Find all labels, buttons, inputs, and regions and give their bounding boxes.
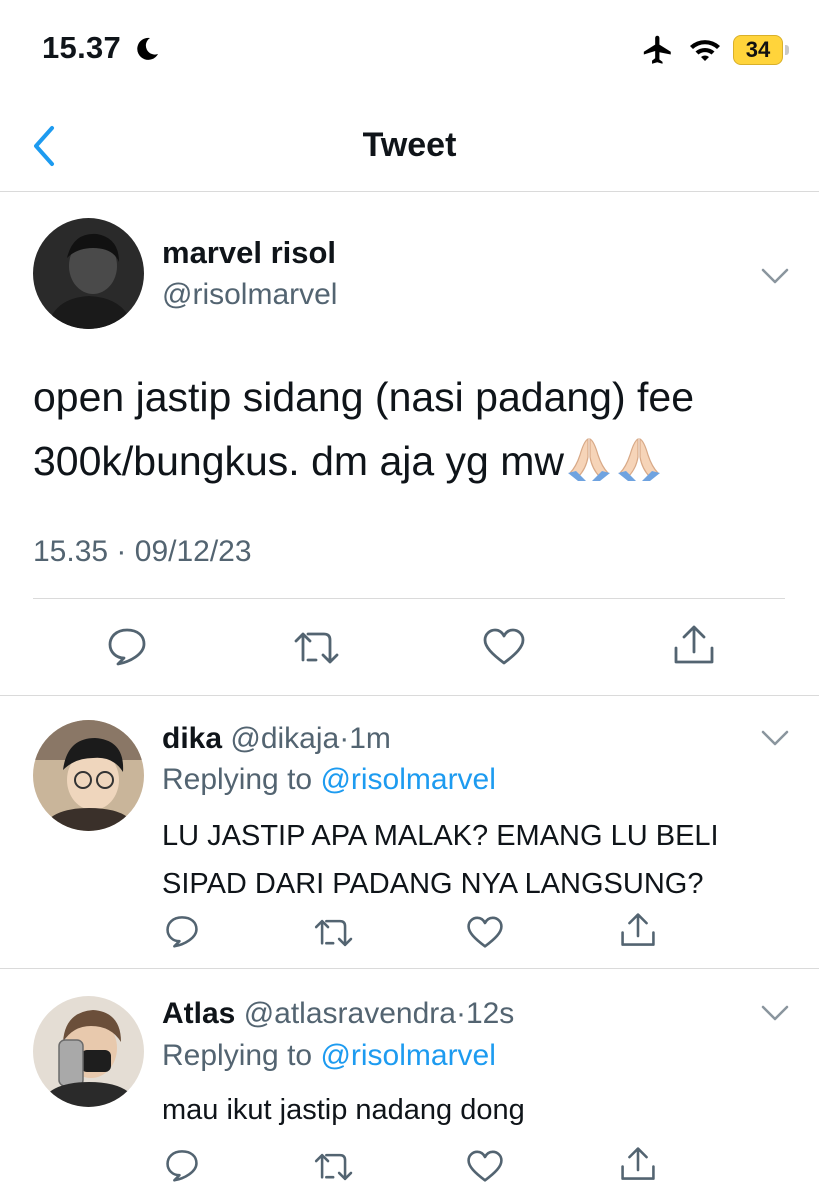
chevron-down-icon[interactable]: [760, 728, 790, 748]
replying-to: Replying to @risolmarvel: [162, 763, 496, 797]
divider: [33, 598, 785, 599]
tweet-date: 09/12/23: [134, 535, 252, 568]
battery-icon: 34: [733, 35, 789, 65]
status-time: 15.37: [42, 30, 122, 65]
page-title: Tweet: [362, 126, 457, 164]
replying-prefix: Replying to: [162, 763, 313, 796]
share-icon[interactable]: [619, 912, 657, 948]
reply-author-name[interactable]: dika: [162, 722, 222, 755]
battery-level: 34: [745, 37, 771, 62]
nav-bar: Tweet: [0, 100, 819, 192]
retweet-icon[interactable]: [314, 1150, 354, 1184]
reply-author-name[interactable]: Atlas: [162, 997, 235, 1030]
reply-icon[interactable]: [164, 914, 200, 948]
reply-text: LU JASTIP APA MALAK? EMANG LU BELI SIPAD…: [162, 820, 719, 900]
retweet-icon[interactable]: [314, 916, 354, 950]
replying-to: Replying to @risolmarvel: [162, 1039, 496, 1073]
reply-icon[interactable]: [164, 1148, 200, 1182]
avatar[interactable]: [33, 996, 144, 1107]
moon-icon: [134, 36, 160, 62]
share-icon[interactable]: [672, 624, 716, 666]
folded-hands-icon: [614, 435, 664, 481]
meta-dot: ·: [339, 722, 350, 755]
wifi-icon: [688, 36, 722, 64]
chevron-down-icon[interactable]: [760, 1003, 790, 1023]
author-name[interactable]: marvel risol: [162, 235, 336, 271]
replying-mention-link[interactable]: @risolmarvel: [320, 763, 495, 796]
author-handle[interactable]: @risolmarvel: [162, 278, 337, 312]
meta-dot: ·: [455, 997, 466, 1030]
share-icon[interactable]: [619, 1146, 657, 1182]
reply-icon[interactable]: [106, 626, 148, 666]
reply-age: 1m: [349, 722, 391, 755]
like-icon[interactable]: [482, 628, 526, 666]
reply-author-handle[interactable]: @dikaja: [230, 722, 339, 755]
reply-age: 12s: [465, 997, 515, 1030]
reply-header: Atlas @atlasravendra·12s: [162, 997, 514, 1031]
tweet-time: 15.35: [33, 535, 109, 568]
reply-header: dika @dikaja·1m: [162, 722, 391, 756]
like-icon[interactable]: [466, 1150, 504, 1183]
replying-prefix: Replying to: [162, 1039, 313, 1072]
divider: [0, 968, 819, 969]
reply-text: mau ikut jastip nadang dong: [162, 1094, 525, 1126]
folded-hands-icon: [564, 435, 614, 481]
reply-author-handle[interactable]: @atlasravendra: [244, 997, 456, 1030]
status-bar: 15.37 34: [0, 0, 819, 100]
replying-mention-link[interactable]: @risolmarvel: [320, 1039, 495, 1072]
tweet-text: open jastip sidang (nasi padang) fee 300…: [33, 365, 793, 493]
divider: [0, 695, 819, 696]
meta-dot: ·: [116, 535, 127, 568]
avatar[interactable]: [33, 218, 144, 329]
airplane-icon: [641, 34, 675, 68]
chevron-down-icon[interactable]: [760, 266, 790, 286]
avatar[interactable]: [33, 720, 144, 831]
like-icon[interactable]: [466, 916, 504, 949]
retweet-icon[interactable]: [294, 628, 340, 668]
tweet-timestamp: 15.35 · 09/12/23: [33, 535, 252, 569]
